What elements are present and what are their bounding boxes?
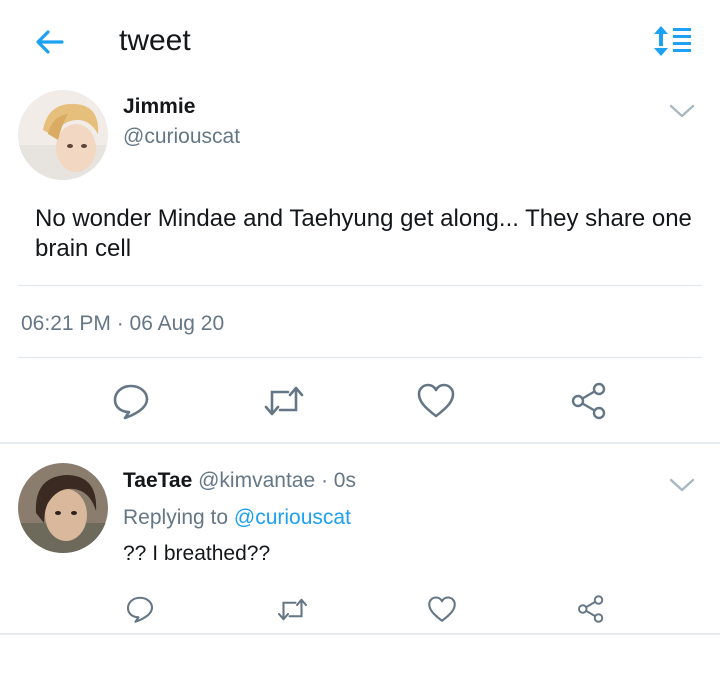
share-icon[interactable] — [576, 594, 606, 624]
tweet-timestamp: 06:21 PM · 06 Aug 20 — [21, 312, 225, 335]
tweet-text: No wonder Mindae and Taehyung get along.… — [35, 205, 692, 262]
sort-icon[interactable] — [652, 24, 694, 58]
chevron-down-icon[interactable] — [667, 474, 697, 496]
replying-to-label: Replying to — [123, 506, 229, 529]
top-bar: tweet — [0, 0, 720, 82]
replying-to-line: Replying to @curiouscat — [123, 505, 351, 531]
reply-author-handle[interactable]: @kimvantae — [198, 469, 315, 492]
divider — [18, 285, 702, 286]
like-icon[interactable] — [427, 595, 457, 624]
reply-icon[interactable] — [125, 594, 155, 624]
chevron-down-icon[interactable] — [667, 100, 697, 122]
like-icon[interactable] — [416, 382, 456, 420]
author-handle[interactable]: @curiouscat — [123, 124, 240, 150]
avatar[interactable] — [18, 463, 108, 553]
page-title: tweet — [119, 24, 191, 57]
divider — [18, 357, 702, 358]
reply-time: · 0s — [320, 469, 356, 492]
back-arrow-icon[interactable] — [30, 22, 70, 62]
avatar[interactable] — [18, 90, 108, 180]
section-divider — [0, 442, 720, 444]
reply-icon[interactable] — [111, 381, 151, 421]
reply-author-line: TaeTae @kimvantae · 0s — [123, 468, 356, 494]
retweet-icon[interactable] — [276, 596, 309, 623]
author-name[interactable]: Jimmie — [123, 94, 195, 120]
reply-text: ?? I breathed?? — [123, 542, 271, 565]
retweet-icon[interactable] — [262, 383, 306, 419]
section-divider — [0, 633, 720, 635]
reply-author-name[interactable]: TaeTae — [123, 469, 192, 492]
replying-to-handle-link[interactable]: @curiouscat — [234, 506, 351, 529]
share-icon[interactable] — [569, 381, 609, 421]
